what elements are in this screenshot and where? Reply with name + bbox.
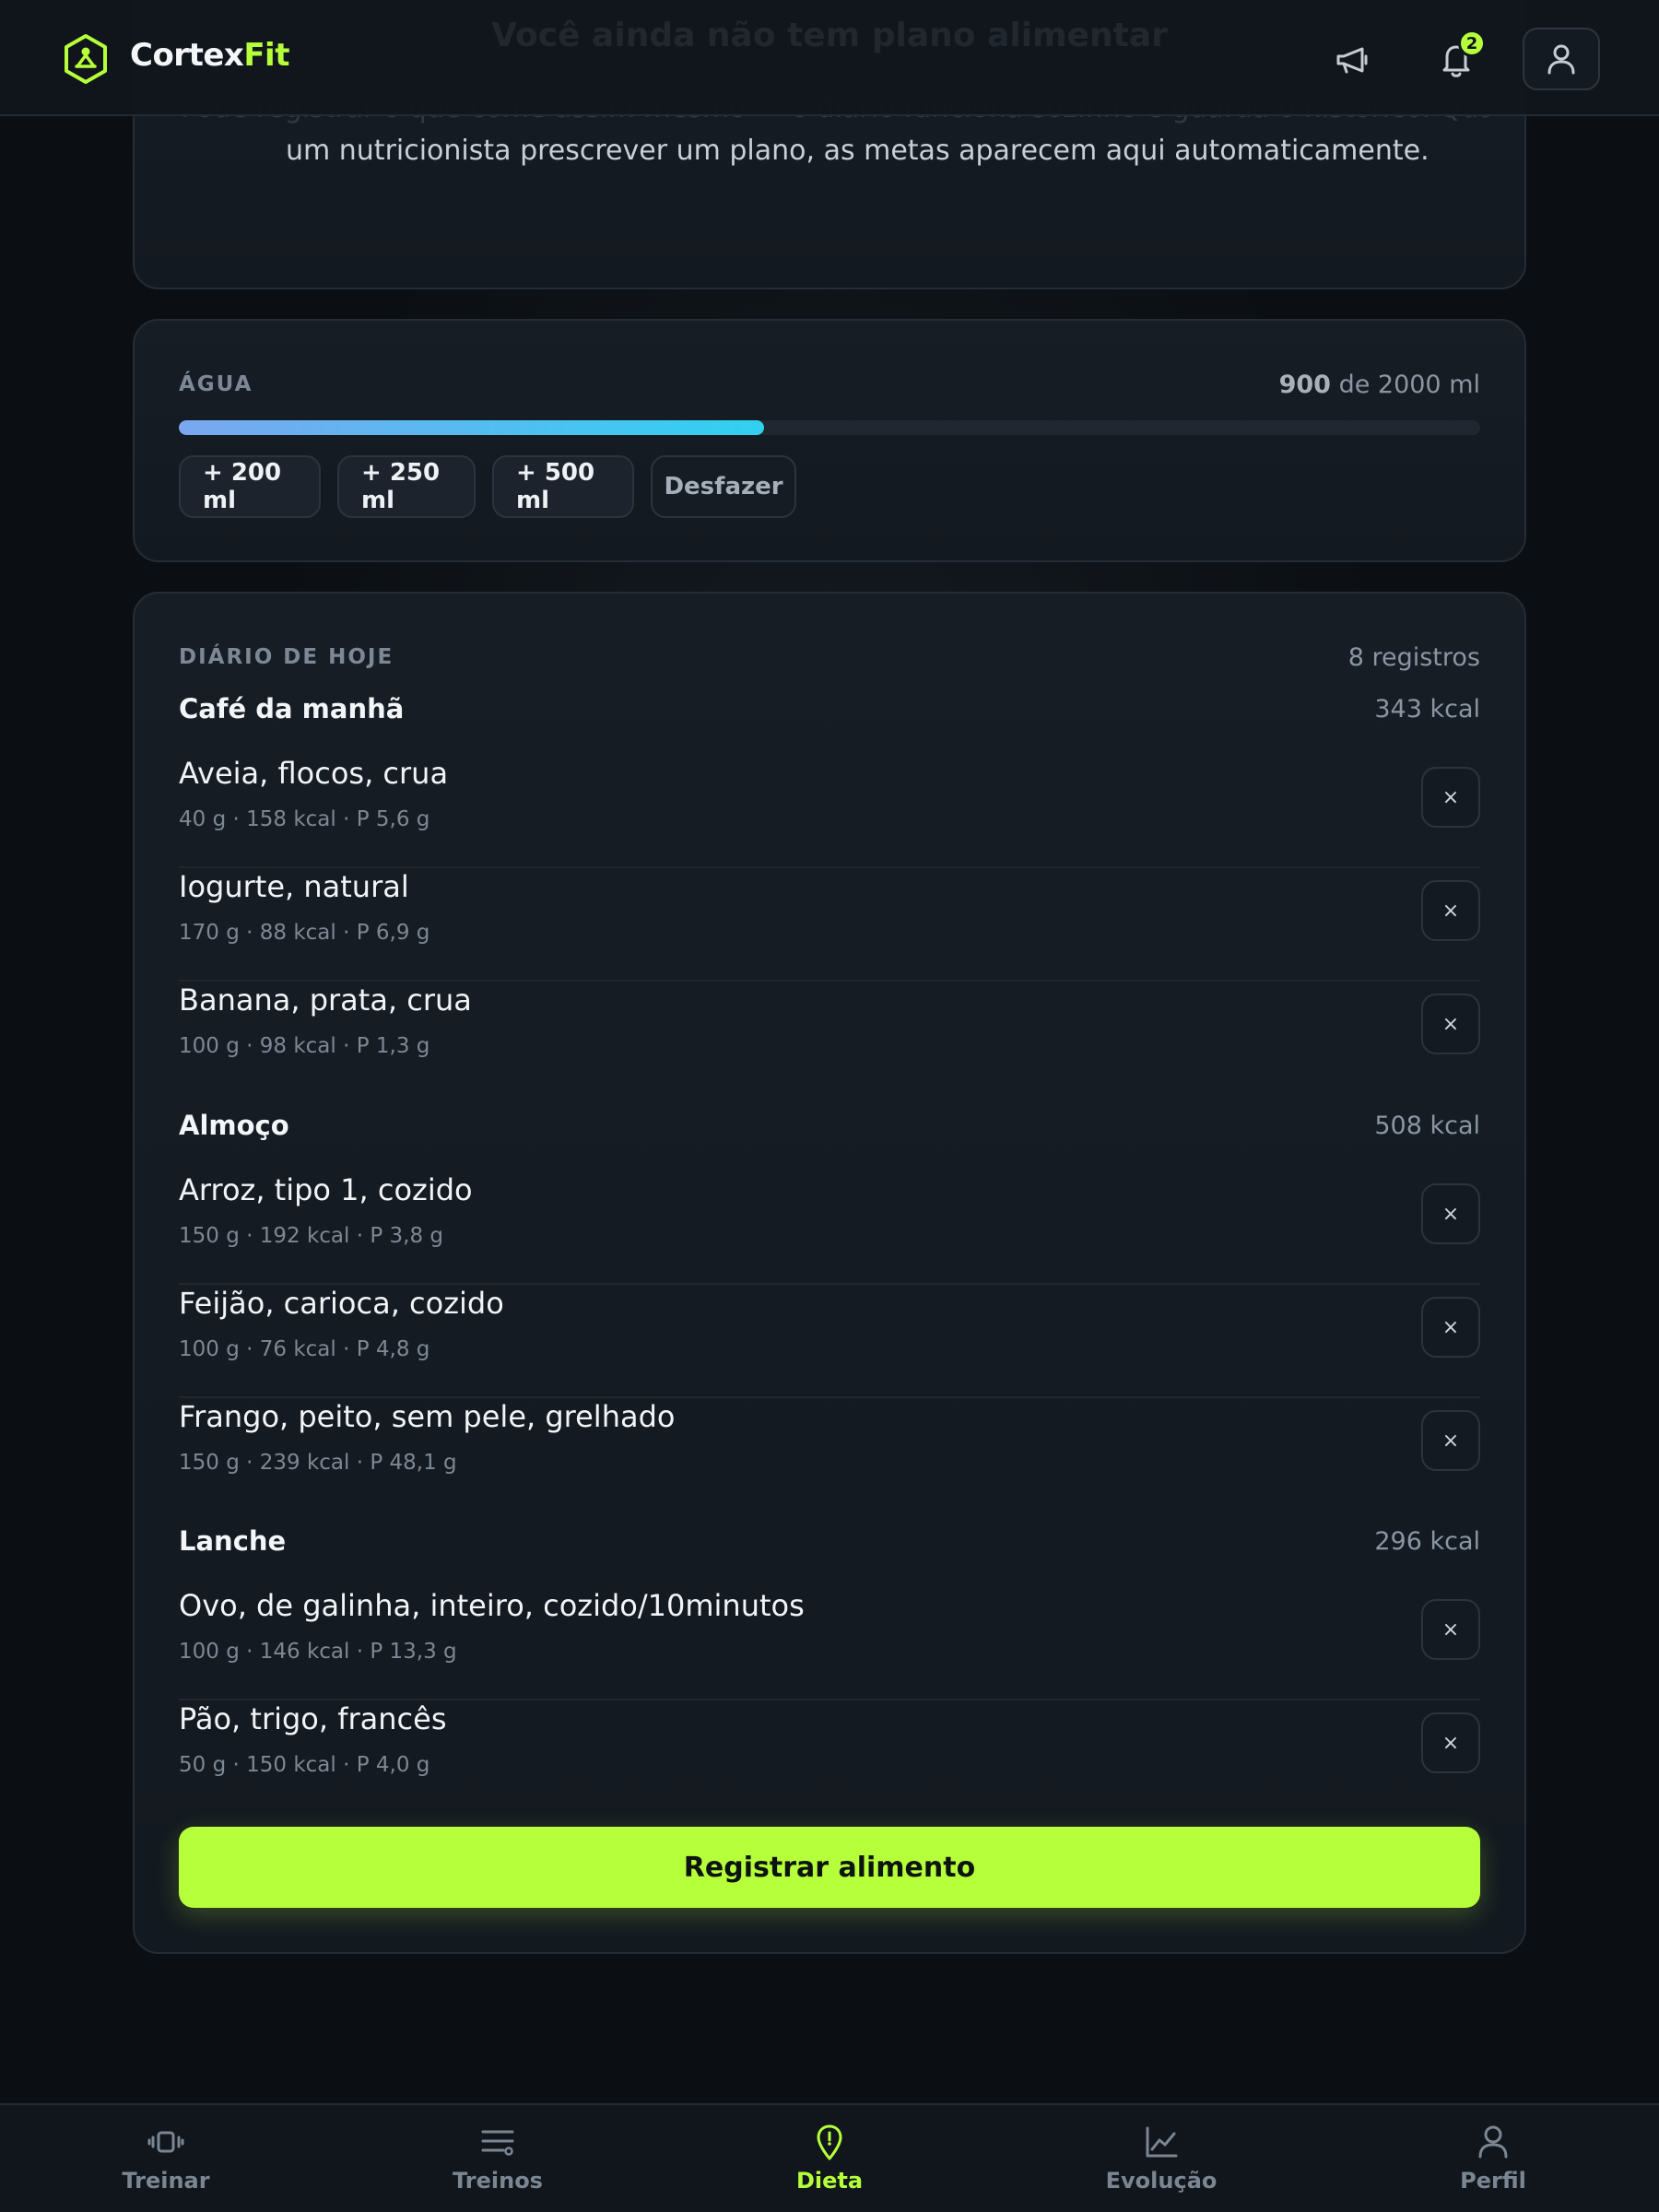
water-amount: 900 de 2000 ml	[1279, 371, 1480, 399]
nav-item-perfil[interactable]: Perfil	[1401, 2105, 1585, 2212]
entry-details: 40 g · 158 kcal · P 5,6 g	[179, 807, 430, 831]
undo-water-button[interactable]: Desfazer	[651, 455, 796, 518]
remove-entry-button[interactable]: ×	[1421, 994, 1480, 1054]
entry-name: Pão, trigo, francês	[179, 1701, 447, 1736]
meal-header-snack: Lanche 296 kcal	[179, 1525, 1480, 1562]
entry-name: Banana, prata, crua	[179, 982, 472, 1018]
diary-entry: Arroz, tipo 1, cozido 150 g · 192 kcal ·…	[179, 1172, 1480, 1285]
entry-details: 50 g · 150 kcal · P 4,0 g	[179, 1753, 430, 1777]
dumbbell-icon	[146, 2122, 186, 2162]
diary-entry: Ovo, de galinha, inteiro, cozido/10minut…	[179, 1588, 1480, 1700]
hexagon-logo-icon[interactable]	[63, 33, 109, 85]
meal-kcal: 508 kcal	[1374, 1112, 1480, 1140]
brand-name-accent: Fit	[243, 37, 289, 74]
meal-name: Café da manhã	[179, 693, 405, 724]
meal-name: Almoço	[179, 1110, 289, 1141]
remove-entry-button[interactable]: ×	[1421, 1599, 1480, 1660]
map-pin-icon	[809, 2122, 850, 2162]
diary-entry: Pão, trigo, francês 50 g · 150 kcal · P …	[179, 1701, 1480, 1814]
diary-entry: Banana, prata, crua 100 g · 98 kcal · P …	[179, 982, 1480, 1095]
entry-name: Iogurte, natural	[179, 869, 409, 904]
list-icon	[477, 2122, 518, 2162]
remove-entry-button[interactable]: ×	[1421, 1297, 1480, 1358]
water-amount-value: 900	[1278, 371, 1331, 399]
water-quick-add-buttons: + 200 ml + 250 ml + 500 ml Desfazer	[179, 455, 796, 518]
entry-name: Aveia, flocos, crua	[179, 756, 449, 791]
nav-item-evolucao[interactable]: Evolução	[1069, 2105, 1253, 2212]
remove-entry-button[interactable]: ×	[1421, 767, 1480, 828]
diary-entry: Feijão, carioca, cozido 100 g · 76 kcal …	[179, 1286, 1480, 1398]
user-icon	[1547, 44, 1575, 75]
nav-label: Treinos	[453, 2168, 543, 2194]
nav-item-dieta[interactable]: Dieta	[737, 2105, 922, 2212]
nav-item-treinos[interactable]: Treinos	[406, 2105, 590, 2212]
account-button[interactable]	[1523, 28, 1600, 90]
register-food-button[interactable]: Registrar alimento	[179, 1827, 1480, 1908]
remove-entry-button[interactable]: ×	[1421, 1183, 1480, 1244]
meal-header-lunch: Almoço 508 kcal	[179, 1110, 1480, 1147]
top-bar: Você ainda não tem plano alimentar Corte…	[0, 0, 1659, 116]
entry-details: 100 g · 146 kcal · P 13,3 g	[179, 1640, 457, 1664]
entry-name: Ovo, de galinha, inteiro, cozido/10minut…	[179, 1588, 805, 1623]
nav-item-treinar[interactable]: Treinar	[74, 2105, 258, 2212]
entry-details: 150 g · 192 kcal · P 3,8 g	[179, 1224, 444, 1248]
bottom-navigation: Treinar Treinos Dieta Evolução Perfil	[0, 2103, 1659, 2212]
add-500ml-button[interactable]: + 500 ml	[492, 455, 634, 518]
user-icon	[1473, 2122, 1513, 2162]
remove-entry-button[interactable]: ×	[1421, 1712, 1480, 1773]
meal-kcal: 343 kcal	[1374, 695, 1480, 724]
notice-text-line2: um nutricionista prescrever um plano, as…	[286, 135, 1430, 167]
add-200ml-button[interactable]: + 200 ml	[179, 455, 321, 518]
diary-entry: Frango, peito, sem pele, grelhado 150 g …	[179, 1399, 1480, 1512]
entry-name: Arroz, tipo 1, cozido	[179, 1172, 473, 1207]
nav-label: Dieta	[795, 2168, 864, 2194]
meal-header-breakfast: Café da manhã 343 kcal	[179, 693, 1480, 730]
remove-entry-button[interactable]: ×	[1421, 880, 1480, 941]
diary-title: DIÁRIO DE HOJE	[179, 645, 394, 669]
nav-label: Evolução	[1105, 2168, 1218, 2194]
water-progress-fill	[179, 420, 765, 435]
nav-label: Perfil	[1460, 2168, 1526, 2194]
entry-details: 150 g · 239 kcal · P 48,1 g	[179, 1451, 457, 1475]
entry-details: 100 g · 76 kcal · P 4,8 g	[179, 1337, 430, 1361]
entry-details: 170 g · 88 kcal · P 6,9 g	[179, 921, 430, 945]
meal-kcal: 296 kcal	[1374, 1527, 1480, 1556]
nav-label: Treinar	[122, 2168, 210, 2194]
diary-entry: Iogurte, natural 170 g · 88 kcal · P 6,9…	[179, 869, 1480, 982]
diary-entry: Aveia, flocos, crua 40 g · 158 kcal · P …	[179, 756, 1480, 868]
remove-entry-button[interactable]: ×	[1421, 1410, 1480, 1471]
entry-name: Feijão, carioca, cozido	[179, 1286, 504, 1321]
water-title: ÁGUA	[179, 372, 253, 396]
brand-name-part: Cortex	[130, 37, 244, 74]
water-card: ÁGUA 900 de 2000 ml + 200 ml + 250 ml + …	[133, 319, 1526, 562]
notification-count-badge: 2	[1458, 29, 1486, 57]
meal-name: Lanche	[179, 1525, 287, 1557]
add-250ml-button[interactable]: + 250 ml	[337, 455, 476, 518]
brand-name[interactable]: CortexFit	[130, 37, 289, 74]
entry-name: Frango, peito, sem pele, grelhado	[179, 1399, 676, 1434]
entry-details: 100 g · 98 kcal · P 1,3 g	[179, 1034, 430, 1058]
water-progress-bar	[179, 420, 1480, 435]
chart-line-icon	[1141, 2122, 1182, 2162]
diary-card: DIÁRIO DE HOJE 8 registros Café da manhã…	[133, 592, 1526, 1954]
diary-entry-count: 8 registros	[1347, 643, 1480, 672]
water-amount-goal: de 2000 ml	[1338, 371, 1480, 399]
megaphone-icon[interactable]	[1329, 39, 1377, 81]
